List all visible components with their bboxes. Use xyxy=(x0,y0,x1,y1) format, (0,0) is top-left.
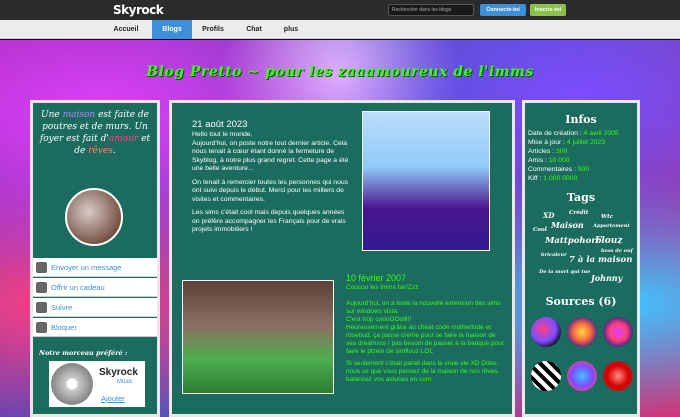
tag[interactable]: Cool xyxy=(533,227,547,233)
tag[interactable]: Johnny xyxy=(591,273,622,283)
gift-icon xyxy=(36,282,47,293)
tag[interactable]: Maison xyxy=(551,220,584,230)
music-label: Music xyxy=(117,379,133,385)
tag[interactable]: XD xyxy=(543,211,555,220)
tag[interactable]: Crédit xyxy=(569,210,588,216)
source-thumbnail[interactable] xyxy=(603,317,633,347)
follow-button[interactable]: Suivre xyxy=(33,298,157,317)
sims-screenshot-image[interactable] xyxy=(182,280,334,394)
tag[interactable]: Appartement xyxy=(593,223,630,229)
sources-title: Sources (6) xyxy=(545,295,617,308)
favorite-track-label: Notre morceau préféré : xyxy=(39,349,128,357)
info-row: Mise à jour : 4 juillet 2023 xyxy=(528,139,606,146)
post-subtitle: Coucou les imms fan'Zzz xyxy=(346,284,419,291)
profile-quote: Une maison est faite de poutres et de mu… xyxy=(39,110,151,156)
nav-blogs[interactable]: Blogs xyxy=(152,20,192,39)
block-button[interactable]: Bloquer xyxy=(33,318,157,337)
tag[interactable]: bricoleur xyxy=(541,252,567,258)
tag[interactable]: De la mort qui tue xyxy=(539,269,590,275)
tags-title: Tags xyxy=(566,191,596,204)
blog-title: Blog Pretto ~ pour les zaaamoureux de l'… xyxy=(146,64,534,80)
nav-accueil[interactable]: Accueil xyxy=(100,20,152,39)
info-row: Kiff : 1 000 0000 xyxy=(528,175,578,182)
post-date: 21 août 2023 xyxy=(192,119,248,130)
main-nav: Accueil Blogs Profils Chat plus xyxy=(0,20,680,39)
message-icon xyxy=(36,262,47,273)
posts-column: 21 août 2023 Hello tout le monde, Aujour… xyxy=(169,100,515,417)
tag[interactable]: Wtc xyxy=(601,214,613,220)
info-row: Date de création : 4 avril 2005 xyxy=(528,130,619,137)
house-image[interactable] xyxy=(362,111,490,251)
top-bar: Skyrock Rechercher dans les blogs Connec… xyxy=(0,0,680,20)
source-thumbnail[interactable] xyxy=(531,361,561,391)
source-thumbnail[interactable] xyxy=(567,361,597,391)
tag[interactable]: Flouz xyxy=(595,236,622,246)
post-date: 10 février 2007 xyxy=(346,273,407,283)
nav-chat[interactable]: Chat xyxy=(234,20,274,39)
follow-icon xyxy=(36,302,47,313)
info-row: Commentaires : 900 xyxy=(528,166,590,173)
left-sidebar: Une maison est faite de poutres et de mu… xyxy=(30,100,160,417)
tag[interactable]: 7 à la maison xyxy=(569,255,632,265)
post-body: Hello tout le monde, Aujourd'hui, on pos… xyxy=(192,131,349,233)
tag[interactable]: boss de ouf xyxy=(601,248,633,254)
source-thumbnail[interactable] xyxy=(603,361,633,391)
infos-title: Infos xyxy=(565,113,597,126)
source-thumbnail[interactable] xyxy=(531,317,561,347)
skyrock-music-logo: Skyrock xyxy=(99,367,138,378)
signup-button[interactable]: Inscris-toi xyxy=(530,4,566,16)
search-input[interactable]: Rechercher dans les blogs xyxy=(388,4,474,16)
skyrock-logo[interactable]: Skyrock xyxy=(113,3,164,17)
block-icon xyxy=(36,322,47,333)
cd-icon[interactable] xyxy=(51,363,93,405)
favorite-track-player: Skyrock Music Ajouter xyxy=(49,361,145,407)
post-body: Aujourd'hui, on a testé la nouvelle exte… xyxy=(346,300,504,383)
add-track-link[interactable]: Ajouter xyxy=(101,394,125,403)
avatar[interactable] xyxy=(65,188,123,246)
nav-plus[interactable]: plus xyxy=(274,20,308,39)
tag[interactable]: Mattpohoro xyxy=(545,236,601,246)
info-row: Articles : 300 xyxy=(528,148,568,155)
source-thumbnail[interactable] xyxy=(567,317,597,347)
info-row: Amis : 10 000 xyxy=(528,157,570,164)
right-sidebar: Infos Date de création : 4 avril 2005 Mi… xyxy=(522,100,640,417)
send-gift-button[interactable]: Offrir un cadeau xyxy=(33,278,157,297)
send-message-button[interactable]: Envoyer un message xyxy=(33,258,157,277)
nav-profils[interactable]: Profils xyxy=(192,20,234,39)
connect-button[interactable]: Connecte-toi xyxy=(480,4,526,16)
